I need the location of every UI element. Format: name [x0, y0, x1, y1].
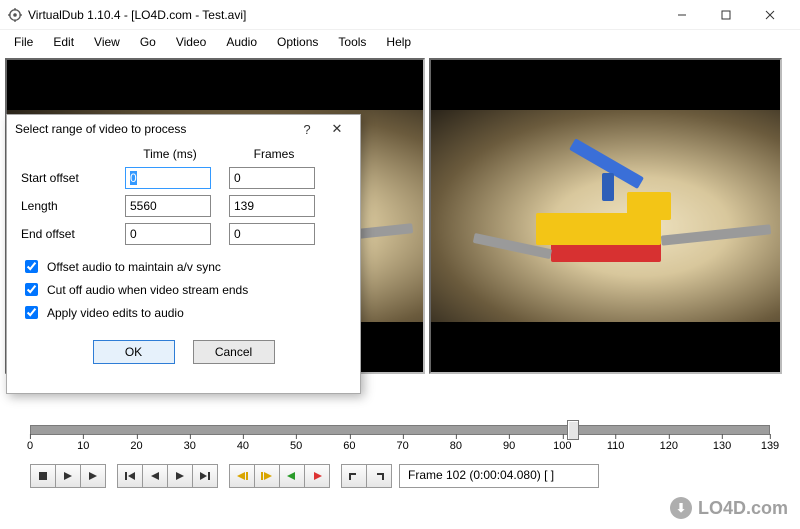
timeline-thumb[interactable] [567, 420, 579, 440]
output-video-pane[interactable] [429, 58, 782, 374]
menu-options[interactable]: Options [269, 32, 326, 52]
timeline-track[interactable] [30, 425, 770, 435]
watermark: ⬇ LO4D.com [670, 497, 788, 519]
timeline-track-wrap [30, 422, 770, 438]
start-offset-time-input[interactable] [125, 167, 211, 189]
timeline-tick: 10 [77, 440, 89, 452]
checkbox-apply-edits-input[interactable] [25, 306, 38, 319]
timeline-tick: 60 [343, 440, 355, 452]
checkbox-offset-audio[interactable]: Offset audio to maintain a/v sync [21, 257, 346, 276]
next-keyframe-button[interactable] [254, 464, 280, 488]
timeline-tick: 70 [397, 440, 409, 452]
timeline-ticks: 0102030405060708090100110120130139 [30, 440, 770, 462]
timeline-tick: 100 [553, 440, 571, 452]
row-label-end: End offset [21, 227, 111, 241]
go-end-button[interactable] [192, 464, 218, 488]
checkbox-apply-edits[interactable]: Apply video edits to audio [21, 303, 346, 322]
control-bar: Frame 102 (0:00:04.080) [ ] [0, 462, 800, 494]
frame-status: Frame 102 (0:00:04.080) [ ] [399, 464, 599, 488]
watermark-text: LO4D.com [698, 498, 788, 519]
end-offset-frames-input[interactable] [229, 223, 315, 245]
timeline-tick: 40 [237, 440, 249, 452]
menu-file[interactable]: File [6, 32, 41, 52]
menu-view[interactable]: View [86, 32, 128, 52]
play-output-button[interactable] [80, 464, 106, 488]
prev-drop-button[interactable] [279, 464, 305, 488]
mark-in-button[interactable] [341, 464, 367, 488]
select-range-dialog: Select range of video to process ? ✕ Tim… [6, 114, 361, 394]
end-offset-time-input[interactable] [125, 223, 211, 245]
menu-help[interactable]: Help [378, 32, 419, 52]
checkbox-cut-audio[interactable]: Cut off audio when video stream ends [21, 280, 346, 299]
length-time-input[interactable] [125, 195, 211, 217]
menubar: File Edit View Go Video Audio Options To… [0, 30, 800, 54]
menu-go[interactable]: Go [132, 32, 164, 52]
row-label-start: Start offset [21, 171, 111, 185]
length-frames-input[interactable] [229, 195, 315, 217]
checkbox-offset-audio-label: Offset audio to maintain a/v sync [47, 260, 221, 274]
titlebar: VirtualDub 1.10.4 - [LO4D.com - Test.avi… [0, 0, 800, 30]
cancel-button[interactable]: Cancel [193, 340, 275, 364]
dialog-title: Select range of video to process [15, 122, 292, 136]
mark-out-button[interactable] [366, 464, 392, 488]
timeline-tick: 20 [130, 440, 142, 452]
col-header-time: Time (ms) [125, 147, 215, 161]
timeline-tick: 50 [290, 440, 302, 452]
maximize-button[interactable] [704, 0, 748, 30]
minimize-button[interactable] [660, 0, 704, 30]
checkbox-cut-audio-label: Cut off audio when video stream ends [47, 283, 248, 297]
col-header-frames: Frames [229, 147, 319, 161]
dialog-help-button[interactable]: ? [292, 122, 322, 137]
download-icon: ⬇ [670, 497, 692, 519]
prev-frame-button[interactable] [142, 464, 168, 488]
content-area: Select range of video to process ? ✕ Tim… [0, 54, 800, 416]
timeline-tick: 139 [761, 440, 779, 452]
row-label-length: Length [21, 199, 111, 213]
dialog-close-button[interactable]: ✕ [322, 121, 352, 137]
start-offset-frames-input[interactable] [229, 167, 315, 189]
timeline-tick: 80 [450, 440, 462, 452]
menu-tools[interactable]: Tools [330, 32, 374, 52]
stop-button[interactable] [30, 464, 56, 488]
menu-audio[interactable]: Audio [218, 32, 265, 52]
timeline-tick: 30 [184, 440, 196, 452]
timeline-area: 0 10 20 30 40 50 60 70 80 90 100 110 120 130 139 [0, 416, 800, 462]
play-input-button[interactable] [55, 464, 81, 488]
ok-button[interactable]: OK [93, 340, 175, 364]
timeline-tick: 90 [503, 440, 515, 452]
checkbox-apply-edits-label: Apply video edits to audio [47, 306, 184, 320]
menu-video[interactable]: Video [168, 32, 214, 52]
video-frame-image [431, 110, 780, 322]
dialog-titlebar[interactable]: Select range of video to process ? ✕ [7, 115, 360, 143]
close-button[interactable] [748, 0, 792, 30]
checkbox-cut-audio-input[interactable] [25, 283, 38, 296]
next-frame-button[interactable] [167, 464, 193, 488]
timeline-tick: 0 [27, 440, 33, 452]
app-icon [8, 8, 22, 22]
checkbox-offset-audio-input[interactable] [25, 260, 38, 273]
timeline-tick: 120 [660, 440, 678, 452]
go-start-button[interactable] [117, 464, 143, 488]
next-drop-button[interactable] [304, 464, 330, 488]
timeline-tick: 110 [607, 440, 625, 452]
timeline-tick: 130 [713, 440, 731, 452]
window-title: VirtualDub 1.10.4 - [LO4D.com - Test.avi… [28, 8, 660, 22]
prev-keyframe-button[interactable] [229, 464, 255, 488]
menu-edit[interactable]: Edit [45, 32, 82, 52]
